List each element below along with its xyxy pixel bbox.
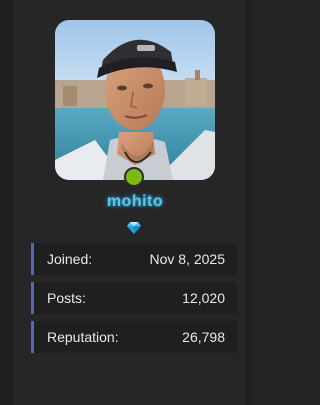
avatar-photo xyxy=(55,20,215,180)
stat-label: Reputation: xyxy=(47,329,119,345)
stat-label: Joined: xyxy=(47,251,93,267)
stat-row-joined: Joined: Nov 8, 2025 xyxy=(31,243,237,275)
diamond-gem-icon xyxy=(127,222,141,234)
stat-row-reputation: Reputation: 26,798 xyxy=(31,321,237,353)
stat-value: 26,798 xyxy=(182,329,225,345)
avatar[interactable] xyxy=(55,20,215,180)
stat-row-posts: Posts: 12,020 xyxy=(31,282,237,314)
user-profile-card: mohito Joined: Nov 8, 2025 Posts: 12,020… xyxy=(0,0,251,405)
username[interactable]: mohito xyxy=(0,193,270,211)
online-status-dot xyxy=(124,167,144,187)
stat-value: Nov 8, 2025 xyxy=(149,251,226,267)
stat-value: 12,020 xyxy=(182,290,225,306)
stat-label: Posts: xyxy=(47,290,86,306)
